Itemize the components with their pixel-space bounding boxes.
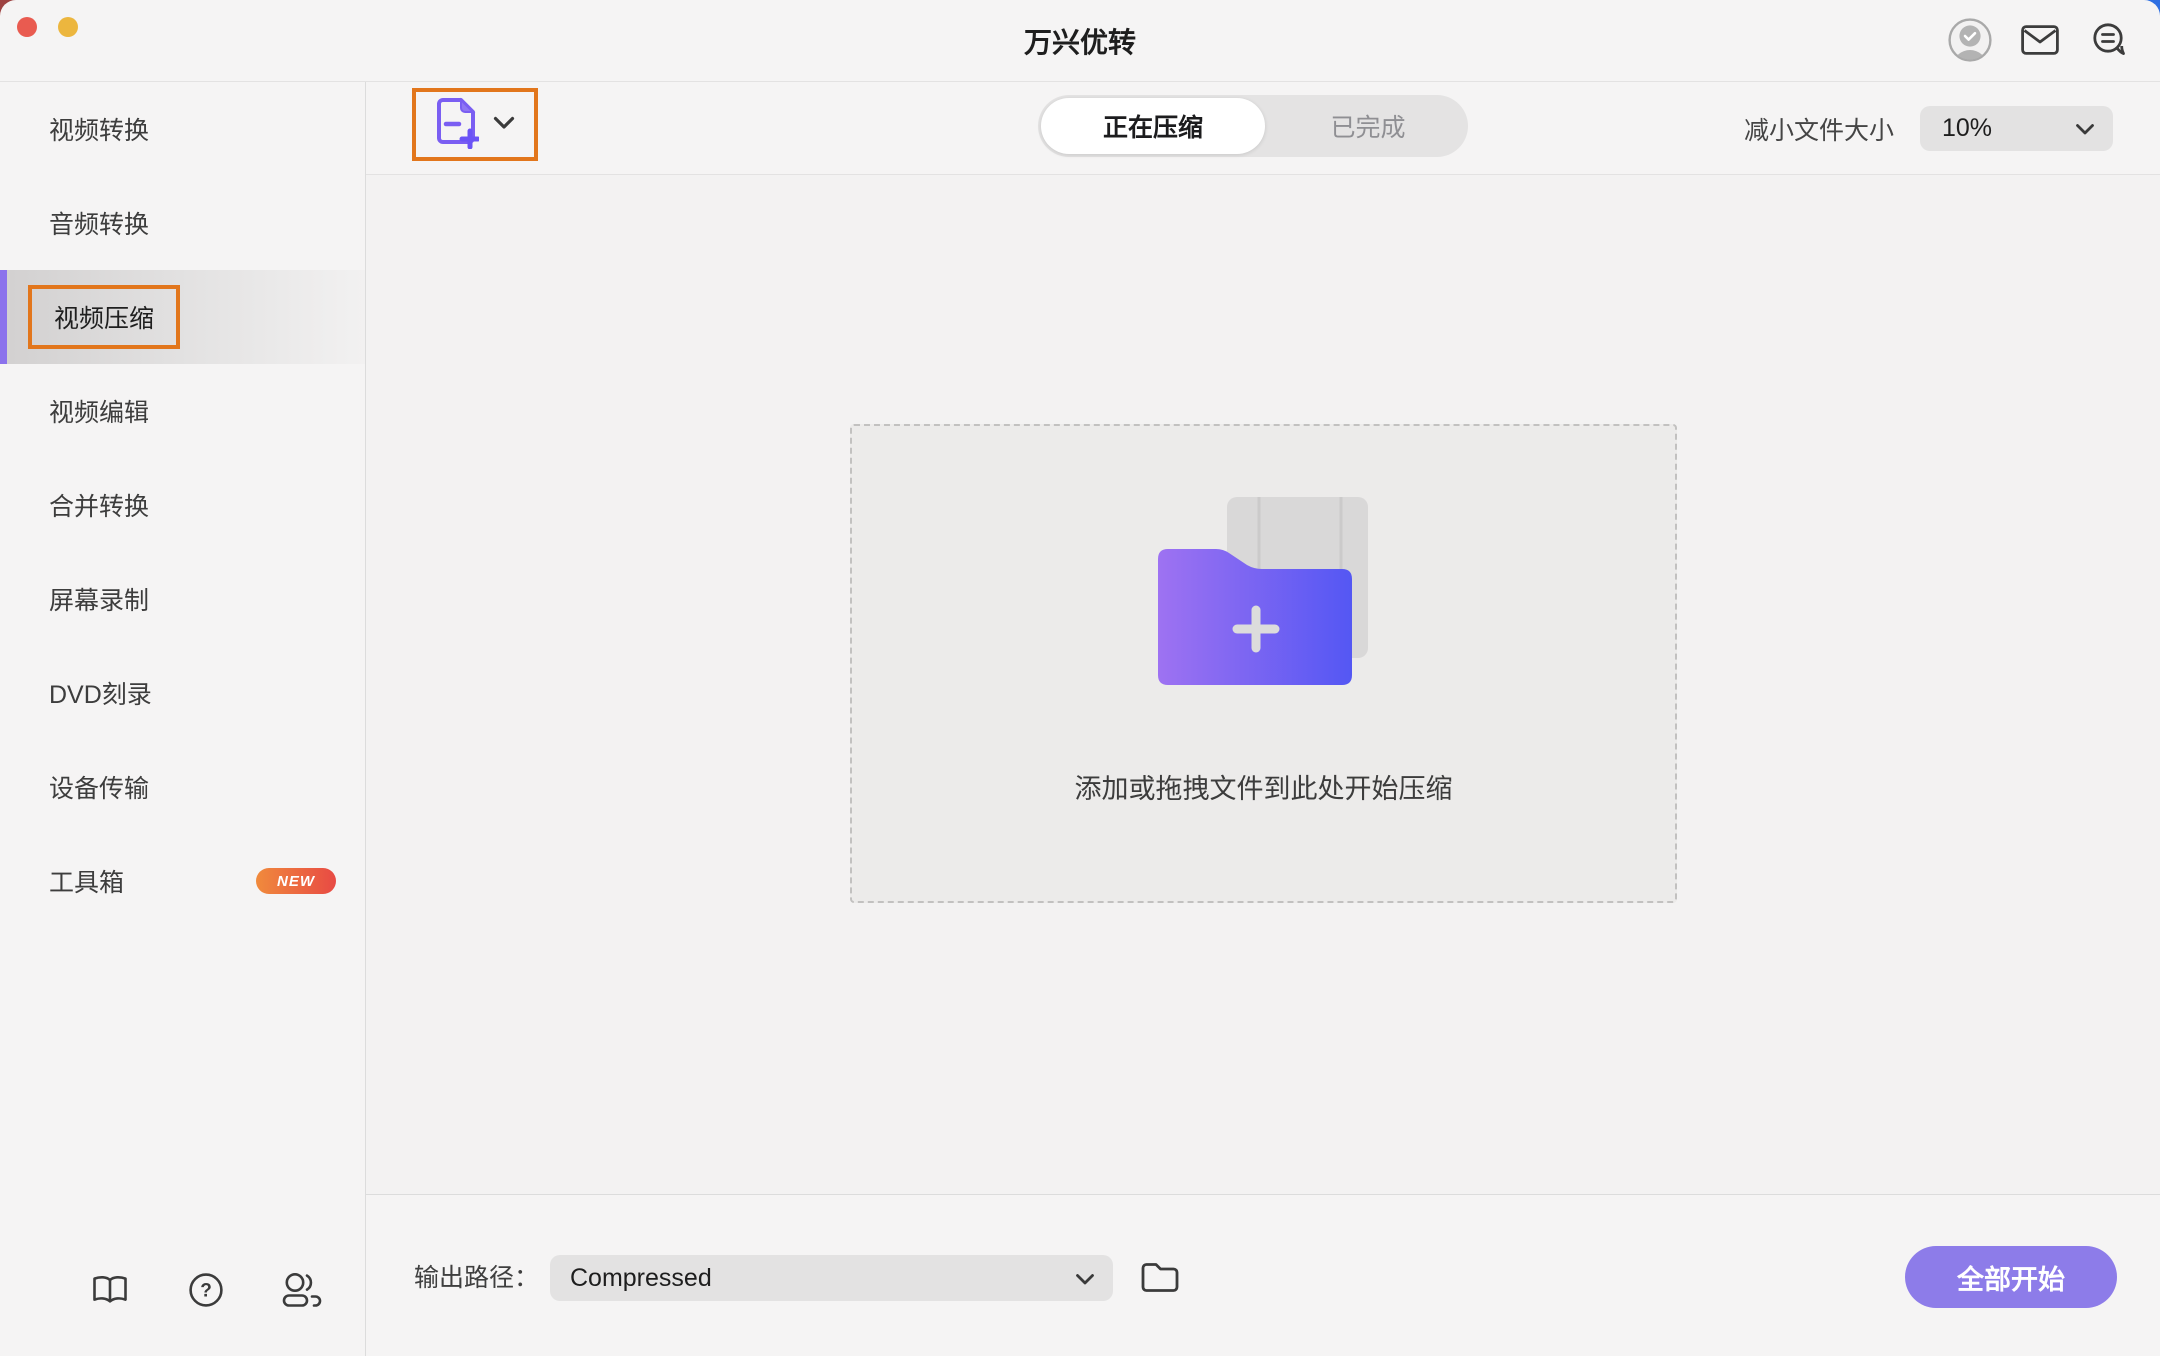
feedback-button[interactable] — [2086, 17, 2134, 65]
mail-button[interactable] — [2016, 17, 2064, 65]
guide-button[interactable] — [86, 1267, 134, 1315]
new-badge: NEW — [256, 868, 336, 894]
annotation-highlight-compress: 视频压缩 — [28, 285, 180, 349]
app-window: 万兴优转 — [0, 0, 2160, 1356]
output-path-dropdown[interactable]: Compressed — [550, 1255, 1113, 1301]
share-users-icon — [281, 1272, 323, 1311]
add-file-icon — [435, 97, 479, 152]
add-folder-icon — [1158, 497, 1370, 694]
output-path-value: Compressed — [570, 1264, 712, 1293]
sidebar-item-toolbox[interactable]: 工具箱 NEW — [0, 834, 365, 928]
help-button[interactable]: ? — [182, 1267, 230, 1315]
reduce-size-group: 减小文件大小 10% — [1744, 82, 2113, 175]
sidebar-item-label: DVD刻录 — [49, 675, 152, 711]
sidebar-item-video-compress[interactable]: 视频压缩 — [0, 270, 365, 364]
folder-icon — [1140, 1260, 1180, 1297]
sidebar-item-label: 合并转换 — [49, 487, 149, 523]
sidebar-item-label: 屏幕录制 — [49, 581, 149, 617]
help-icon: ? — [188, 1272, 224, 1311]
mail-icon — [2021, 25, 2059, 58]
bottombar: 输出路径： Compressed 全部开始 — [366, 1194, 2160, 1356]
sidebar-item-label: 视频压缩 — [54, 299, 154, 335]
window-title: 万兴优转 — [0, 0, 2160, 82]
sidebar-item-video-edit[interactable]: 视频编辑 — [0, 364, 365, 458]
add-file-button[interactable] — [412, 88, 538, 161]
chevron-down-icon — [2075, 114, 2095, 143]
reduce-size-label: 减小文件大小 — [1744, 111, 1894, 147]
titlebar-icons — [1946, 0, 2134, 82]
tab-compressing[interactable]: 正在压缩 — [1041, 98, 1265, 154]
chevron-down-icon — [493, 116, 515, 133]
sidebar-footer: ? — [0, 1226, 365, 1356]
sidebar-item-label: 视频编辑 — [49, 393, 149, 429]
sidebar-item-label: 设备传输 — [49, 769, 149, 805]
reduce-size-value: 10% — [1942, 114, 1992, 143]
sidebar-item-merge-convert[interactable]: 合并转换 — [0, 458, 365, 552]
tab-completed[interactable]: 已完成 — [1268, 95, 1468, 157]
file-dropzone[interactable]: 添加或拖拽文件到此处开始压缩 — [850, 424, 1677, 903]
feedback-icon — [2092, 23, 2128, 60]
sidebar-item-label: 视频转换 — [49, 111, 149, 147]
account-icon — [1947, 17, 1993, 66]
guide-book-icon — [91, 1274, 129, 1309]
dropzone-hint: 添加或拖拽文件到此处开始压缩 — [1075, 767, 1453, 806]
compress-tabs: 正在压缩 已完成 — [1038, 95, 1468, 157]
screen: 万兴优转 — [0, 0, 2160, 1356]
output-path-label: 输出路径： — [414, 1195, 539, 1356]
sidebar-item-dvd-burn[interactable]: DVD刻录 — [0, 646, 365, 740]
toolbar: 正在压缩 已完成 减小文件大小 10% — [366, 82, 2160, 175]
sidebar-item-screen-record[interactable]: 屏幕录制 — [0, 552, 365, 646]
svg-text:?: ? — [200, 1280, 212, 1301]
start-all-button[interactable]: 全部开始 — [1905, 1246, 2117, 1308]
sidebar-item-label: 音频转换 — [49, 205, 149, 241]
reduce-size-dropdown[interactable]: 10% — [1920, 106, 2113, 151]
account-button[interactable] — [1946, 17, 1994, 65]
sidebar-item-video-convert[interactable]: 视频转换 — [0, 82, 365, 176]
sidebar-item-label: 工具箱 — [49, 863, 124, 899]
sidebar: 视频转换 音频转换 视频压缩 视频编辑 合并转换 屏幕录制 DVD刻录 — [0, 82, 366, 1356]
titlebar: 万兴优转 — [0, 0, 2160, 82]
sidebar-item-audio-convert[interactable]: 音频转换 — [0, 176, 365, 270]
main-content: 添加或拖拽文件到此处开始压缩 — [366, 175, 2160, 1194]
share-button[interactable] — [278, 1267, 326, 1315]
chevron-down-icon — [1075, 1264, 1095, 1293]
sidebar-item-device-transfer[interactable]: 设备传输 — [0, 740, 365, 834]
browse-folder-button[interactable] — [1138, 1256, 1182, 1300]
selected-accent-bar — [0, 270, 7, 364]
